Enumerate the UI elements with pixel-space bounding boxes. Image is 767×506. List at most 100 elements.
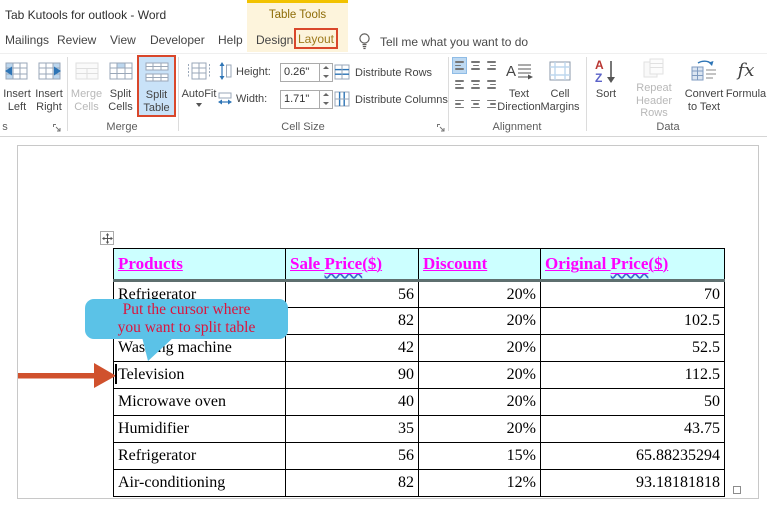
move-cross-icon (102, 233, 113, 244)
width-input[interactable] (280, 90, 320, 109)
table-move-handle[interactable] (100, 231, 114, 245)
label: Sort (596, 88, 616, 101)
spin-down-icon[interactable] (320, 99, 332, 108)
width-spinner[interactable] (320, 90, 333, 109)
label: Left (8, 101, 26, 114)
cell-original[interactable]: 50 (541, 389, 725, 416)
cell-discount[interactable]: 15% (419, 443, 541, 470)
align-top-right-button[interactable] (484, 57, 499, 74)
cell-original[interactable]: 43.75 (541, 416, 725, 443)
ribbon-bottom-border (0, 136, 767, 137)
cell-sale[interactable]: 42 (286, 335, 419, 362)
repeat-header-rows-button[interactable]: Repeat Header Rows (628, 56, 680, 117)
spin-up-icon[interactable] (320, 91, 332, 100)
sort-button[interactable]: AZ Sort (588, 56, 624, 117)
cell-original[interactable]: 65.88235294 (541, 443, 725, 470)
split-cells-button[interactable]: Split Cells (104, 56, 137, 117)
cell-sale[interactable]: 90 (286, 362, 419, 389)
tab-help[interactable]: Help (218, 33, 243, 47)
cell-original[interactable]: 52.5 (541, 335, 725, 362)
cell-product[interactable]: Microwave oven (114, 389, 286, 416)
lightbulb-icon (357, 32, 372, 55)
insert-right-button[interactable]: Insert Right (33, 56, 65, 117)
spin-down-icon[interactable] (320, 72, 332, 81)
cell-sale[interactable]: 82 (286, 308, 419, 335)
spin-up-icon[interactable] (320, 64, 332, 73)
autofit-button[interactable]: AutoFit (182, 56, 216, 117)
height-input[interactable] (280, 63, 320, 82)
dialog-launcher-icon[interactable] (436, 120, 447, 131)
svg-text:A: A (595, 58, 604, 72)
cell-sale[interactable]: 35 (286, 416, 419, 443)
col-header-sale-price[interactable]: Sale Price($) (286, 249, 419, 281)
cell-original[interactable]: 93.18181818 (541, 470, 725, 497)
convert-to-text-button[interactable]: Convert to Text (682, 56, 726, 117)
cell-product[interactable]: Humidifier (114, 416, 286, 443)
cell-product[interactable]: Air-conditioning (114, 470, 286, 497)
cell-margins-button[interactable]: Cell Margins (540, 56, 580, 117)
distribute-rows-button[interactable]: Distribute Rows (334, 63, 432, 83)
text-direction-button[interactable]: A Text Direction (500, 56, 538, 117)
group-divider (448, 57, 449, 131)
tab-developer[interactable]: Developer (150, 33, 205, 47)
align-bottom-center-button[interactable] (468, 95, 483, 112)
col-header-discount[interactable]: Discount (419, 249, 541, 281)
align-top-center-button[interactable] (468, 57, 483, 74)
cell-discount[interactable]: 20% (419, 308, 541, 335)
tabrow-divider (0, 53, 767, 54)
cell-discount[interactable]: 20% (419, 281, 541, 308)
align-center-button[interactable] (468, 76, 483, 93)
group-label-partial: s (2, 121, 8, 133)
cell-sale[interactable]: 56 (286, 281, 419, 308)
col-header-original-price[interactable]: Original Price($) (541, 249, 725, 281)
cell-sale[interactable]: 40 (286, 389, 419, 416)
callout-tooltip: Put the cursor where you want to split t… (85, 299, 288, 339)
distribute-columns-icon (334, 91, 350, 110)
insert-left-button[interactable]: Insert Left (1, 56, 33, 117)
cell-discount[interactable]: 20% (419, 389, 541, 416)
label: Cell (551, 88, 570, 101)
label: Merge (71, 88, 102, 101)
insert-right-icon (36, 57, 62, 85)
cell-sale[interactable]: 56 (286, 443, 419, 470)
text-direction-icon: A (505, 57, 533, 85)
merge-cells-button[interactable]: Merge Cells (70, 56, 103, 117)
cell-discount[interactable]: 12% (419, 470, 541, 497)
cell-discount[interactable]: 20% (419, 335, 541, 362)
col-header-products[interactable]: Products (114, 249, 286, 281)
cell-product[interactable]: Refrigerator (114, 443, 286, 470)
table-row: Air-conditioning8212%93.18181818 (114, 470, 725, 497)
label: Insert (3, 88, 31, 101)
contextual-gold-bar (247, 0, 348, 3)
split-table-button[interactable]: Split Table (137, 55, 176, 117)
tab-review[interactable]: Review (57, 33, 96, 47)
tab-layout[interactable]: Layout (298, 32, 334, 46)
text-cursor (115, 364, 117, 384)
cell-discount[interactable]: 20% (419, 416, 541, 443)
label: Text (509, 88, 529, 101)
cell-original[interactable]: 112.5 (541, 362, 725, 389)
cell-discount[interactable]: 20% (419, 362, 541, 389)
align-top-left-button[interactable] (452, 57, 467, 74)
table-resize-handle[interactable] (733, 486, 741, 494)
tab-mailings[interactable]: Mailings (5, 33, 49, 47)
cell-original[interactable]: 102.5 (541, 308, 725, 335)
dropdown-caret-icon (196, 103, 202, 107)
cell-original[interactable]: 70 (541, 281, 725, 308)
tab-design[interactable]: Design (256, 33, 293, 47)
height-spinner[interactable] (320, 63, 333, 82)
label: Table (143, 102, 169, 115)
dialog-launcher-icon[interactable] (52, 120, 63, 131)
align-bottom-left-button[interactable] (452, 95, 467, 112)
group-divider (67, 57, 68, 131)
svg-text:A: A (506, 63, 516, 80)
tab-view[interactable]: View (110, 33, 136, 47)
distribute-columns-button[interactable]: Distribute Columns (334, 90, 448, 110)
width-row: Width: (218, 89, 333, 109)
align-center-right-button[interactable] (484, 76, 499, 93)
formula-button[interactable]: fx Formula (727, 56, 765, 117)
cell-sale[interactable]: 82 (286, 470, 419, 497)
tell-me-box[interactable]: Tell me what you want to do (380, 35, 528, 49)
cell-product[interactable]: Television (114, 362, 286, 389)
align-center-left-button[interactable] (452, 76, 467, 93)
